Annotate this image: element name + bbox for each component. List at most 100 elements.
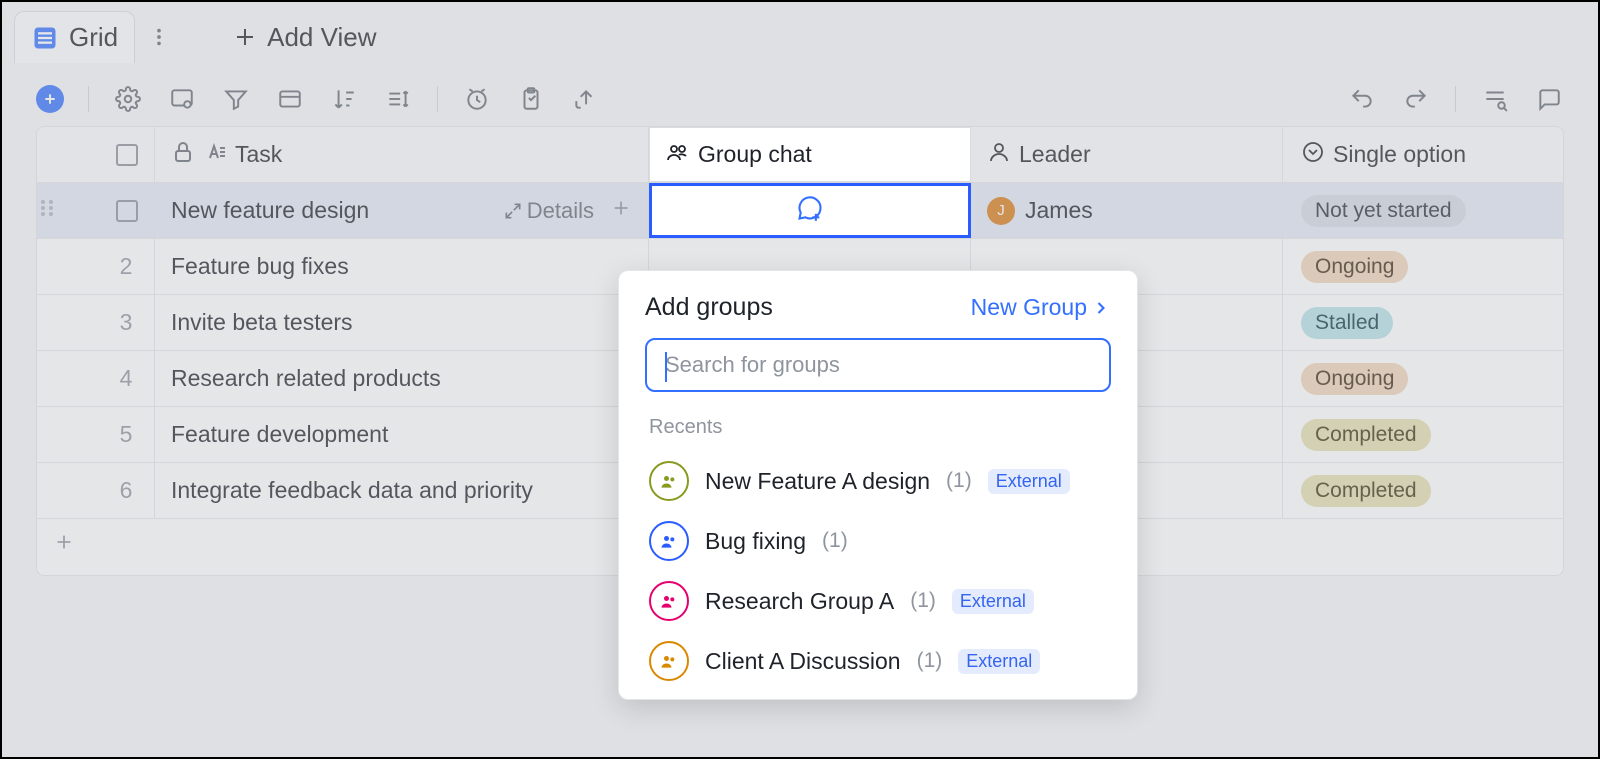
popover-title: Add groups [645,293,773,322]
text-caret [665,352,667,382]
status-cell[interactable]: Completed [1283,463,1563,518]
table-row[interactable]: New feature design Details J James [37,183,1563,239]
redo-icon[interactable] [1401,84,1431,114]
avatar: J [987,197,1015,225]
row-number: 4 [114,365,138,392]
settings-icon[interactable] [113,84,143,114]
group-name: New Feature A design [705,468,930,495]
add-groups-popover: Add groups New Group Search for groups R… [618,270,1138,700]
group-option[interactable]: Research Group A (1) External [645,571,1111,631]
checkbox-icon[interactable] [116,144,138,166]
external-badge: External [958,649,1040,674]
divider [437,86,438,112]
filter-icon[interactable] [221,84,251,114]
group-avatar-icon [649,581,689,621]
group-count: (1) [917,649,943,673]
fields-icon[interactable] [167,84,197,114]
recents-label: Recents [649,416,1111,439]
table-header: Task Group chat Leader Single option [37,127,1563,183]
column-label: Group chat [698,141,812,168]
external-badge: External [952,589,1034,614]
lock-icon [171,140,195,170]
column-header-leader[interactable]: Leader [971,127,1283,182]
undo-icon[interactable] [1347,84,1377,114]
text-field-icon [203,140,227,170]
leader-name: James [1025,197,1093,224]
clipboard-icon[interactable] [516,84,546,114]
column-label: Single option [1333,141,1466,168]
details-button[interactable]: Details [503,198,594,224]
task-name: New feature design [171,197,369,224]
status-cell[interactable]: Completed [1283,407,1563,462]
column-label: Task [235,141,282,168]
add-subtask-icon[interactable] [610,197,632,225]
divider [1455,86,1456,112]
add-view-button[interactable]: Add View [215,12,394,63]
header-select[interactable] [37,127,155,182]
leader-cell[interactable]: J James [971,183,1283,238]
group-icon[interactable] [275,84,305,114]
status-badge: Ongoing [1301,251,1408,283]
person-icon [987,140,1011,170]
status-badge: Ongoing [1301,363,1408,395]
add-record-button[interactable] [36,85,64,113]
group-count: (1) [910,589,936,613]
tab-grid[interactable]: Grid [14,11,135,63]
row-number: 5 [114,421,138,448]
sort-icon[interactable] [329,84,359,114]
checkbox-icon[interactable] [116,200,138,222]
group-avatar-icon [649,521,689,561]
row-height-icon[interactable] [383,84,413,114]
find-record-icon[interactable] [1480,84,1510,114]
status-badge: Completed [1301,419,1431,451]
reminder-icon[interactable] [462,84,492,114]
group-chat-icon [666,140,690,170]
task-name: Integrate feedback data and priority [171,477,533,504]
grid-icon [31,24,59,52]
status-badge: Stalled [1301,307,1393,339]
single-option-icon [1301,140,1325,170]
new-group-button[interactable]: New Group [971,294,1111,321]
toolbar [2,72,1598,126]
share-icon[interactable] [570,84,600,114]
group-count: (1) [822,529,848,553]
column-header-groupchat[interactable]: Group chat [649,127,971,182]
status-badge: Completed [1301,475,1431,507]
divider [88,86,89,112]
group-option[interactable]: New Feature A design (1) External [645,451,1111,511]
group-name: Research Group A [705,588,894,615]
task-name: Invite beta testers [171,309,353,336]
group-option[interactable]: Client A Discussion (1) External [645,631,1111,691]
add-view-label: Add View [267,22,376,53]
status-cell[interactable]: Ongoing [1283,351,1563,406]
status-cell[interactable]: Ongoing [1283,239,1563,294]
column-header-status[interactable]: Single option [1283,127,1563,182]
group-name: Client A Discussion [705,648,901,675]
task-name: Feature bug fixes [171,253,349,280]
column-header-task[interactable]: Task [155,127,649,182]
status-badge: Not yet started [1301,195,1466,227]
group-avatar-icon [649,461,689,501]
status-cell[interactable]: Stalled [1283,295,1563,350]
chat-add-icon [796,194,824,228]
tab-more-button[interactable] [139,17,179,57]
task-name: Research related products [171,365,441,392]
column-label: Leader [1019,141,1091,168]
row-number: 2 [114,253,138,280]
external-badge: External [988,469,1070,494]
group-count: (1) [946,469,972,493]
group-avatar-icon [649,641,689,681]
plus-icon [233,25,257,49]
row-number: 6 [114,477,138,504]
row-number: 3 [114,309,138,336]
status-cell[interactable]: Not yet started [1283,183,1563,238]
group-chat-cell-active[interactable] [649,183,971,238]
search-input[interactable]: Search for groups [645,338,1111,392]
view-tab-bar: Grid Add View [2,2,1598,72]
tab-grid-label: Grid [69,22,118,53]
group-option[interactable]: Bug fixing (1) [645,511,1111,571]
comment-icon[interactable] [1534,84,1564,114]
task-name: Feature development [171,421,388,448]
search-placeholder: Search for groups [665,352,840,378]
drag-handle-icon[interactable] [39,196,55,226]
